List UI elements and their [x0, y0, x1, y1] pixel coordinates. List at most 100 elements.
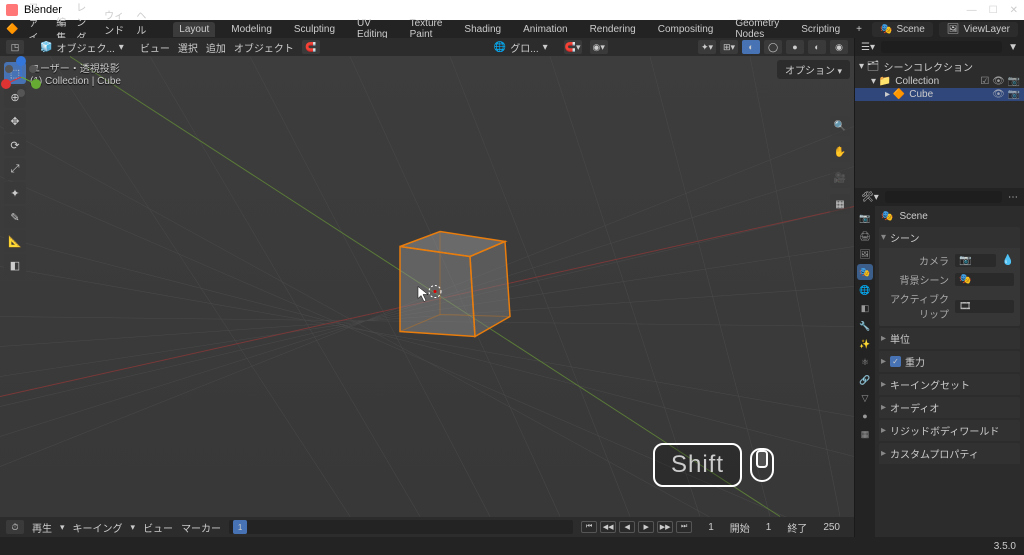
viewport-side-controls: 🔍 ✋ 🎥 ▦ — [830, 116, 850, 214]
shading-material-icon[interactable]: ◐ — [808, 40, 826, 54]
camera-eyedropper-icon[interactable]: 💧 — [1002, 255, 1014, 266]
panel-audio[interactable]: オーディオ — [879, 397, 1020, 418]
jump-start-icon[interactable]: ⏮ — [581, 521, 597, 533]
version-label: 3.5.0 — [994, 541, 1016, 552]
options-button[interactable]: オプション ▾ — [777, 60, 850, 79]
active-clip-field[interactable]: 🎞 — [955, 300, 1014, 313]
close-button[interactable]: ✕ — [1010, 5, 1018, 16]
current-frame-field[interactable]: 1 — [700, 520, 722, 535]
tab-scene[interactable]: 🎭 — [857, 264, 873, 280]
shift-key-label: Shift — [653, 443, 742, 487]
outliner-editor-icon[interactable]: ☰▾ — [861, 42, 875, 53]
scene-selector[interactable]: 🎭 Scene — [872, 22, 933, 37]
tab-output[interactable]: 🖨 — [857, 228, 873, 244]
zoom-icon[interactable]: 🔍 — [830, 116, 850, 136]
vp-menu-add[interactable]: 追加 — [206, 40, 226, 55]
tab-texture[interactable]: ▦ — [857, 426, 873, 442]
workspace-tab-scripting[interactable]: Scripting — [795, 22, 846, 37]
viewport-header: ◳ 🧊 オブジェク... ▾ ビュー 選択 追加 オブジェクト 🧲 🌐 グロ..… — [0, 38, 854, 56]
next-key-icon[interactable]: ▶▶ — [657, 521, 673, 533]
outliner-header: ☰▾ ▼ — [855, 38, 1024, 56]
minimize-button[interactable]: — — [967, 5, 977, 16]
tab-material[interactable]: ● — [857, 408, 873, 424]
transform-orientation[interactable]: 🌐 グロ... ▾ — [486, 38, 556, 57]
vp-menu-select[interactable]: 選択 — [178, 40, 198, 55]
panel-gravity[interactable]: ✓ 重力 — [879, 351, 1020, 372]
play-rev-icon[interactable]: ◀ — [619, 521, 635, 533]
outliner-collection[interactable]: ▾ 📁 Collection ☑ 👁 📷 — [855, 75, 1024, 88]
properties-editor-icon[interactable]: 🛠▾ — [861, 192, 879, 203]
workspace-tab-modeling[interactable]: Modeling — [225, 22, 278, 37]
blender-icon[interactable]: 🔶 — [6, 24, 18, 35]
shading-wire-icon[interactable]: ◯ — [764, 40, 782, 54]
camera-field[interactable]: 📷 — [955, 254, 996, 267]
perspective-toggle-icon[interactable]: ▦ — [830, 194, 850, 214]
outliner-filter-icon[interactable]: ▼ — [1008, 42, 1018, 53]
panel-custom[interactable]: カスタムプロパティ — [879, 443, 1020, 464]
end-frame-field[interactable]: 250 — [815, 520, 848, 535]
maximize-button[interactable]: ☐ — [989, 5, 998, 16]
panel-keying[interactable]: キーイングセット — [879, 374, 1020, 395]
tab-world[interactable]: 🌐 — [857, 282, 873, 298]
panel-units[interactable]: 単位 — [879, 328, 1020, 349]
scene-datablock[interactable]: 🎭 Scene — [879, 208, 1020, 225]
gravity-checkbox[interactable]: ✓ — [890, 356, 901, 367]
start-frame-field[interactable]: 1 — [758, 520, 780, 535]
tab-render[interactable]: 📷 — [857, 210, 873, 226]
prev-key-icon[interactable]: ◀◀ — [600, 521, 616, 533]
timeline-menu-play[interactable]: 再生 — [32, 520, 52, 535]
end-label: 終了 — [787, 520, 807, 535]
vp-menu-object[interactable]: オブジェクト — [234, 40, 294, 55]
outliner-item-cube[interactable]: ▸ 🔶 Cube 👁 📷 — [855, 88, 1024, 101]
workspace-tab-shading[interactable]: Shading — [458, 22, 507, 37]
shading-rendered-icon[interactable]: ◉ — [830, 40, 848, 54]
bg-scene-field[interactable]: 🎭 — [955, 273, 1014, 286]
start-label: 開始 — [730, 520, 750, 535]
tab-constraints[interactable]: 🔗 — [857, 372, 873, 388]
jump-end-icon[interactable]: ⏭ — [676, 521, 692, 533]
editor-type-icon[interactable]: ◳ — [6, 40, 24, 54]
tab-viewlayer[interactable]: 🖼 — [857, 246, 873, 262]
vp-menu-view[interactable]: ビュー — [140, 40, 170, 55]
properties-tabs: 📷 🖨 🖼 🎭 🌐 ◧ 🔧 ✨ ⚛ 🔗 ▽ ● ▦ — [855, 206, 875, 537]
camera-view-icon[interactable]: 🎥 — [830, 168, 850, 188]
add-workspace-button[interactable]: + — [856, 24, 862, 35]
gizmo-toggle-icon[interactable]: ✦▾ — [698, 40, 716, 54]
tab-particles[interactable]: ✨ — [857, 336, 873, 352]
timeline-track[interactable]: 1 — [229, 520, 573, 534]
orientation-icon[interactable]: 🧲 — [302, 40, 320, 54]
shading-solid-icon[interactable]: ● — [786, 40, 804, 54]
panel-rigidbody[interactable]: リジッドボディワールド — [879, 420, 1020, 441]
playhead[interactable]: 1 — [233, 520, 247, 534]
status-bar: 3.5.0 — [0, 537, 1024, 555]
workspace-tab-rendering[interactable]: Rendering — [584, 22, 642, 37]
outliner-search[interactable] — [881, 41, 1002, 53]
overlay-toggle-icon[interactable]: ⊞▾ — [720, 40, 738, 54]
timeline-menu-marker[interactable]: マーカー — [181, 520, 221, 535]
tab-data[interactable]: ▽ — [857, 390, 873, 406]
workspace-tab-animation[interactable]: Animation — [517, 22, 573, 37]
viewlayer-selector[interactable]: 🖼 ViewLayer — [939, 22, 1018, 37]
playback-controls: ⏮ ◀◀ ◀ ▶ ▶▶ ⏭ — [581, 521, 692, 533]
tab-modifiers[interactable]: 🔧 — [857, 318, 873, 334]
outliner-scene-collection[interactable]: ▾ 🗂 シーンコレクション — [855, 58, 1024, 75]
workspace-tab-sculpting[interactable]: Sculpting — [288, 22, 341, 37]
timeline-menu-keying[interactable]: キーイング — [73, 520, 123, 535]
timeline-editor-icon[interactable]: ⏱ — [6, 520, 24, 534]
properties-search[interactable] — [885, 191, 1002, 203]
pan-icon[interactable]: ✋ — [830, 142, 850, 162]
properties-pin-icon[interactable]: ⋯ — [1008, 192, 1018, 203]
xray-toggle-icon[interactable]: ◐ — [742, 40, 760, 54]
tab-object[interactable]: ◧ — [857, 300, 873, 316]
play-icon[interactable]: ▶ — [638, 521, 654, 533]
3d-viewport[interactable]: ユーザー・透視投影 (1) Collection | Cube ⬚ ⊕ ✥ ⟳ … — [0, 56, 854, 517]
mode-selector[interactable]: 🧊 オブジェク... ▾ — [32, 38, 132, 57]
panel-scene-header[interactable]: シーン — [879, 227, 1020, 248]
tab-physics[interactable]: ⚛ — [857, 354, 873, 370]
titlebar: Blender — ☐ ✕ — [0, 0, 1024, 20]
proportional-icon[interactable]: ◉▾ — [590, 40, 608, 54]
workspace-tab-layout[interactable]: Layout — [173, 22, 215, 37]
snap-icon[interactable]: 🧲▾ — [564, 40, 582, 54]
timeline-menu-view[interactable]: ビュー — [143, 520, 173, 535]
workspace-tab-compositing[interactable]: Compositing — [652, 22, 720, 37]
